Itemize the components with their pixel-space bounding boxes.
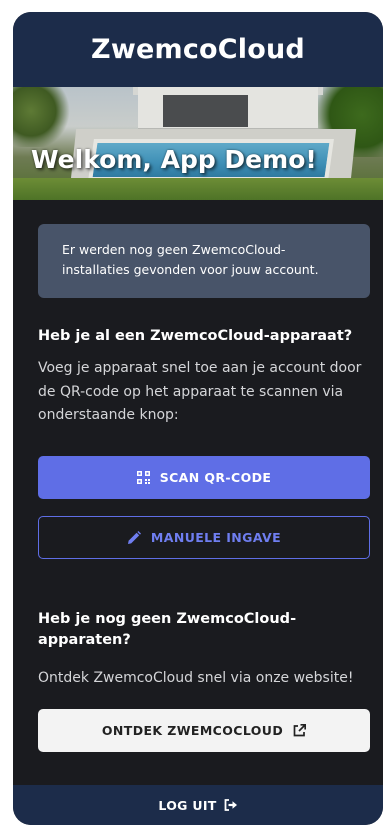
manual-entry-label: MANUELE INGAVE	[150, 530, 282, 545]
hero-lawn	[13, 178, 383, 200]
app-header: ZwemcoCloud	[13, 12, 383, 87]
logout-icon	[224, 799, 238, 811]
welcome-heading: Welkom, App Demo!	[31, 145, 317, 174]
discover-section-title: Heb je nog geen ZwemcoCloud-apparaten?	[38, 611, 297, 648]
hero-house-window	[163, 95, 248, 127]
discover-website-label: ONTDEK ZWEMCOCLOUD	[101, 723, 284, 738]
scan-qr-label: SCAN QR-CODE	[159, 470, 272, 485]
discover-section-text: Ontdek ZwemcoCloud snel via onze website…	[38, 670, 354, 686]
hero-banner: Welkom, App Demo!	[13, 87, 383, 200]
logout-label: LOG UIT	[158, 797, 217, 813]
scan-qr-button[interactable]: SCAN QR-CODE	[38, 456, 370, 499]
app-screen: ZwemcoCloud Welkom, App Demo! Er werden …	[13, 12, 383, 825]
logout-button[interactable]: LOG UIT	[13, 785, 383, 825]
device-section-title: Heb je al een ZwemcoCloud-apparaat?	[38, 328, 353, 344]
manual-entry-button[interactable]: MANUELE INGAVE	[38, 516, 370, 559]
pencil-icon	[127, 530, 141, 545]
external-link-icon	[293, 724, 307, 737]
app-title: ZwemcoCloud	[91, 34, 305, 65]
discover-website-button[interactable]: ONTDEK ZWEMCOCLOUD	[38, 709, 370, 752]
hero-trees-left	[13, 87, 73, 147]
notice-text: Er werden nog geen ZwemcoCloud-installat…	[62, 242, 319, 277]
qr-code-icon	[136, 471, 150, 484]
no-installations-notice: Er werden nog geen ZwemcoCloud-installat…	[38, 224, 370, 298]
device-section-text: Voeg je apparaat snel toe aan je account…	[38, 360, 362, 423]
